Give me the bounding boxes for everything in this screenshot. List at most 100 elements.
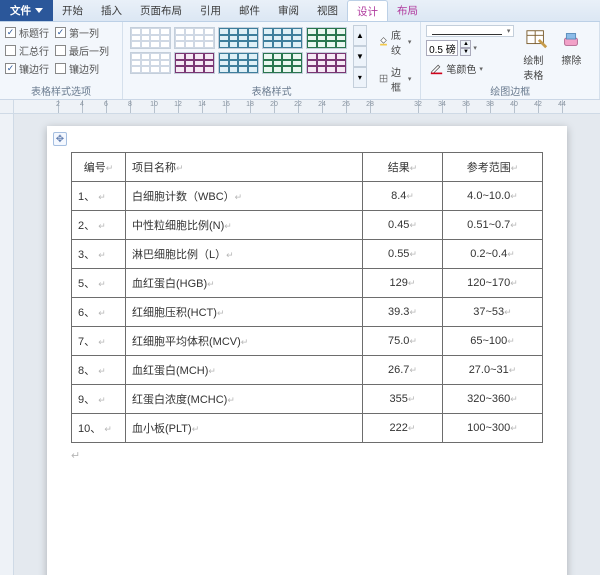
checkbox-header-row[interactable]: ✓标题行 <box>5 25 49 40</box>
cell-name: 淋巴细胞比例（L） <box>132 249 226 261</box>
table-style-gallery[interactable] <box>128 25 349 76</box>
tab-table-layout[interactable]: 布局 <box>388 0 427 21</box>
paragraph-mark: ↵ <box>176 163 184 173</box>
paragraph-mark: ↵ <box>510 278 518 288</box>
paragraph-mark: ↵ <box>226 250 234 260</box>
chevron-down-icon: ▾ <box>507 27 511 35</box>
shading-button[interactable]: 底纹▾ <box>375 25 416 59</box>
checkbox-label: 汇总行 <box>19 43 49 58</box>
paragraph-mark: ↵ <box>504 307 512 317</box>
cell-index: 7、 <box>78 336 95 348</box>
eraser-icon <box>560 28 582 50</box>
style-thumb[interactable] <box>130 27 171 49</box>
style-thumb[interactable] <box>306 52 347 74</box>
cell-result: 222 <box>390 422 408 434</box>
cell-result: 26.7 <box>388 364 409 376</box>
cell-name: 中性粒细胞比例(N) <box>132 220 224 232</box>
cell-result: 39.3 <box>388 306 409 318</box>
table-row[interactable]: 8、 ↵血红蛋白(MCH)↵26.7↵27.0~31↵ <box>72 356 543 385</box>
line-style-dropdown[interactable]: ▾ <box>426 25 514 37</box>
style-thumb[interactable] <box>306 27 347 49</box>
cell-ref: 0.51~0.7 <box>467 219 510 231</box>
paragraph-mark: ↵ <box>406 191 414 201</box>
table-row[interactable]: 3、 ↵淋巴细胞比例（L）↵0.55↵0.2~0.4↵ <box>72 240 543 269</box>
style-thumb[interactable] <box>174 27 215 49</box>
style-thumb[interactable] <box>218 52 259 74</box>
paragraph-mark: ↵ <box>98 221 106 231</box>
paragraph-mark: ↵ <box>509 365 517 375</box>
paragraph-mark: ↵ <box>98 250 106 260</box>
tab-mailings[interactable]: 邮件 <box>230 0 269 21</box>
paragraph-mark: ↵ <box>408 394 416 404</box>
table-row[interactable]: 9、 ↵红蛋白浓度(MCHC)↵355↵320~360↵ <box>72 385 543 414</box>
border-width-spinner[interactable]: ▲▼ <box>460 40 471 56</box>
style-thumb[interactable] <box>130 52 171 74</box>
draw-table-button[interactable]: 绘制表格 <box>520 25 554 85</box>
paragraph-mark: ↵ <box>510 220 518 230</box>
pen-color-button[interactable]: 笔颜色▾ <box>426 59 514 78</box>
paragraph-mark: ↵ <box>409 365 417 375</box>
table-row[interactable]: 5、 ↵血红蛋白(HGB)↵129↵120~170↵ <box>72 269 543 298</box>
table-row[interactable]: 7、 ↵红细胞平均体积(MCV)↵75.0↵65~100↵ <box>72 327 543 356</box>
shading-label: 底纹 <box>391 27 405 57</box>
file-tab[interactable]: 文件 <box>0 0 53 21</box>
ribbon-group-table-styles: ▲ ▼ ▾ 底纹▾ 边框▾ 表格样式 <box>123 22 422 99</box>
style-thumb[interactable] <box>262 27 303 49</box>
tab-insert[interactable]: 插入 <box>92 0 131 21</box>
col-header-result: 结果 <box>388 162 410 174</box>
style-thumb[interactable] <box>218 27 259 49</box>
tab-table-design[interactable]: 设计 <box>347 0 388 21</box>
tab-page-layout[interactable]: 页面布局 <box>131 0 191 21</box>
blood-test-table[interactable]: 编号↵ 项目名称↵ 结果↵ 参考范围↵ 1、 ↵白细胞计数（WBC）↵8.4↵4… <box>71 152 543 443</box>
table-row[interactable]: 2、 ↵中性粒细胞比例(N)↵0.45↵0.51~0.7↵ <box>72 211 543 240</box>
page-scroll-area[interactable]: ✥ 编号↵ 项目名称↵ 结果↵ 参考范围↵ 1、 ↵白细胞计数（WBC）↵8.4… <box>14 114 600 575</box>
checkbox-banded-rows[interactable]: ✓镶边行 <box>5 61 49 76</box>
cell-ref: 27.0~31 <box>469 364 509 376</box>
paragraph-mark: ↵ <box>98 395 106 405</box>
ribbon-group-label: 表格样式选项 <box>0 83 122 98</box>
eraser-button[interactable]: 擦除 <box>554 25 588 85</box>
table-row[interactable]: 6、 ↵红细胞压积(HCT)↵39.3↵37~53↵ <box>72 298 543 327</box>
cell-name: 血小板(PLT) <box>132 423 192 435</box>
shading-icon <box>379 36 388 49</box>
checkbox-first-column[interactable]: ✓第一列 <box>55 25 109 40</box>
style-thumb[interactable] <box>262 52 303 74</box>
cell-result: 0.45 <box>388 219 409 231</box>
tab-home[interactable]: 开始 <box>53 0 92 21</box>
cell-index: 6、 <box>78 307 95 319</box>
chevron-down-icon: ▾ <box>473 44 477 52</box>
paragraph-mark: ↵ <box>510 423 518 433</box>
paragraph-mark: ↵ <box>409 336 417 346</box>
paragraph-mark: ↵ <box>208 366 216 376</box>
paragraph-mark: ↵ <box>507 249 515 259</box>
cell-name: 红蛋白浓度(MCHC) <box>132 394 227 406</box>
paragraph-mark: ↵ <box>507 336 515 346</box>
table-row[interactable]: 1、 ↵白细胞计数（WBC）↵8.4↵4.0~10.0↵ <box>72 182 543 211</box>
table-row[interactable]: 10、 ↵血小板(PLT)↵222↵100~300↵ <box>72 414 543 443</box>
cell-result: 0.55 <box>388 248 409 260</box>
border-width-input[interactable] <box>426 40 458 56</box>
vertical-ruler[interactable] <box>0 114 14 575</box>
table-move-handle[interactable]: ✥ <box>53 132 67 146</box>
paragraph-mark: ↵ <box>409 307 417 317</box>
document-page[interactable]: ✥ 编号↵ 项目名称↵ 结果↵ 参考范围↵ 1、 ↵白细胞计数（WBC）↵8.4… <box>47 126 567 575</box>
cell-ref: 120~170 <box>467 277 510 289</box>
gallery-scroll-down[interactable]: ▼ <box>353 46 367 67</box>
paragraph-mark: ↵ <box>409 220 417 230</box>
checkbox-total-row[interactable]: 汇总行 <box>5 43 49 58</box>
checkbox-last-column[interactable]: 最后一列 <box>55 43 109 58</box>
tab-view[interactable]: 视图 <box>308 0 347 21</box>
tab-references[interactable]: 引用 <box>191 0 230 21</box>
checkbox-banded-columns[interactable]: 镶边列 <box>55 61 109 76</box>
cell-result: 355 <box>390 393 408 405</box>
horizontal-ruler[interactable]: 24681012141618202224262832343638404244 <box>0 100 600 114</box>
paragraph-mark: ↵ <box>410 163 418 173</box>
paragraph-mark: ↵ <box>408 423 416 433</box>
chevron-down-icon: ▾ <box>408 38 412 46</box>
style-thumb[interactable] <box>174 52 215 74</box>
tab-review[interactable]: 审阅 <box>269 0 308 21</box>
paragraph-mark: ↵ <box>98 337 106 347</box>
paragraph-mark: ↵ <box>207 279 215 289</box>
paragraph-mark: ↵ <box>409 249 417 259</box>
gallery-scroll-up[interactable]: ▲ <box>353 25 367 46</box>
